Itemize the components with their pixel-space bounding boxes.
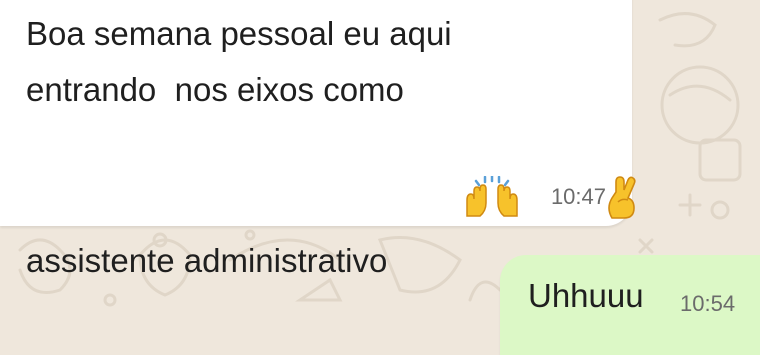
message-line: Boa semana pessoal eu aqui [26,15,452,52]
message-timestamp: 10:54 [680,291,736,316]
raising-hands-emoji [389,120,520,293]
incoming-message-bubble[interactable]: Boa semana pessoal eu aqui entrando nos … [0,0,636,279]
outgoing-message-text: Uhhuuu [528,277,644,314]
message-timestamp: 10:47 [550,184,606,209]
message-line: entrando nos eixos como [26,71,404,108]
outgoing-message-bubble[interactable]: Uhhuuu 10:54 [500,255,760,355]
